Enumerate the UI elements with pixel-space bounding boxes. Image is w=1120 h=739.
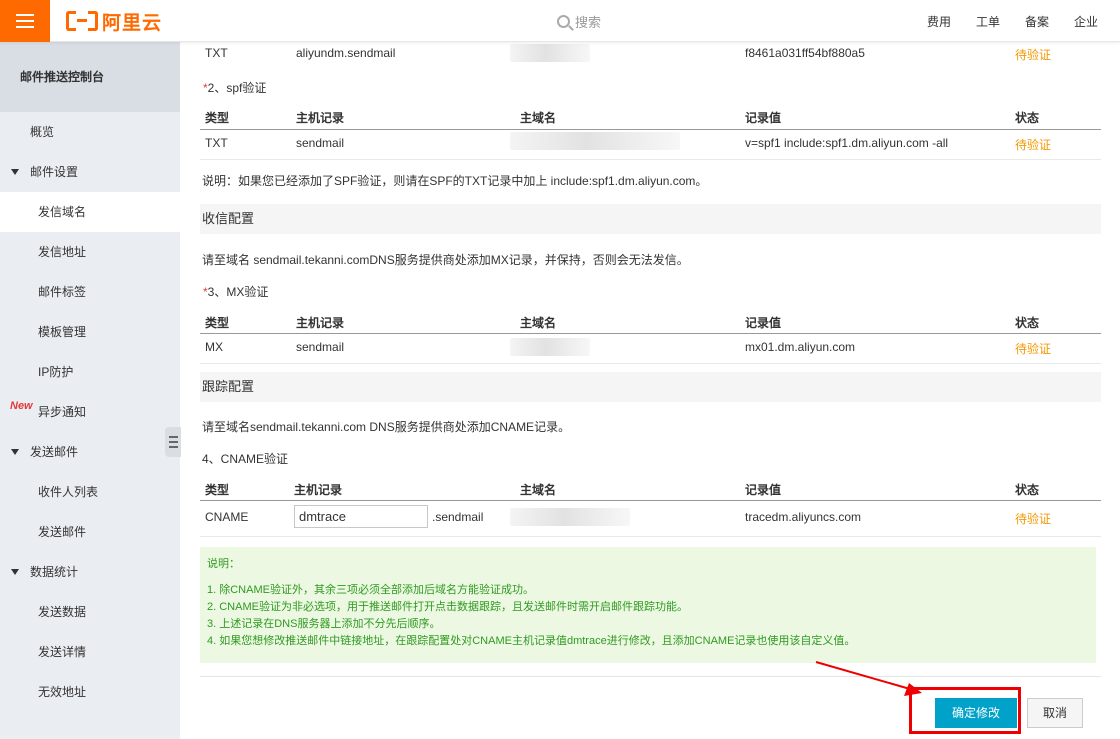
blurred-domain bbox=[510, 508, 630, 526]
cname-host-input[interactable] bbox=[294, 505, 428, 528]
search-placeholder: 搜索 bbox=[575, 14, 602, 30]
section-tracking: 跟踪配置 bbox=[200, 372, 1101, 402]
highlight-box bbox=[909, 687, 1021, 734]
aliyun-logo-icon bbox=[66, 11, 98, 31]
sidebar-group-send-mail[interactable]: 发送邮件 bbox=[0, 432, 180, 472]
sidebar-item-recipient-list[interactable]: 收件人列表 bbox=[0, 472, 180, 512]
table-row: TXT aliyundm.sendmail f8461a031ff54bf880… bbox=[205, 44, 1052, 62]
sidebar-item-send-details[interactable]: 发送详情 bbox=[0, 632, 180, 672]
sidebar-item-sender-domain[interactable]: 发信域名 bbox=[0, 192, 180, 232]
note-line: 2. CNAME验证为非必选项，用于推送邮件打开点击数据跟踪，且发送邮件时需开启… bbox=[207, 601, 688, 613]
table-row: TXT sendmail v=spf1 include:spf1.dm.aliy… bbox=[200, 132, 1101, 156]
top-nav: 费用 工单 备案 企业 bbox=[902, 0, 1098, 42]
search-icon[interactable] bbox=[557, 14, 570, 28]
sidebar-title: 邮件推送控制台 bbox=[0, 42, 180, 112]
table-row: CNAME .sendmail tracedm.aliyuncs.com 待验证 bbox=[200, 505, 1101, 533]
brand-name: 阿里云 bbox=[102, 11, 163, 34]
blurred-domain bbox=[510, 132, 680, 150]
divider bbox=[200, 129, 1101, 130]
top-nav-enterprise[interactable]: 企业 bbox=[1074, 13, 1098, 30]
caret-down-icon bbox=[11, 449, 19, 455]
notes-box: 说明： 1. 除CNAME验证外，其余三项必须全部添加后域名方能验证成功。 2.… bbox=[200, 547, 1096, 663]
aliyun-logo[interactable]: 阿里云 bbox=[66, 7, 162, 35]
top-nav-tickets[interactable]: 工单 bbox=[976, 13, 1000, 30]
sidebar-group-statistics[interactable]: 数据统计 bbox=[0, 552, 180, 592]
new-badge: New bbox=[10, 400, 33, 412]
notes-title: 说明： bbox=[207, 558, 240, 570]
sidebar-item-templates[interactable]: 模板管理 bbox=[0, 312, 180, 352]
divider bbox=[200, 333, 1101, 334]
note-line: 1. 除CNAME验证外，其余三项必须全部添加后域名方能验证成功。 bbox=[207, 584, 534, 596]
divider bbox=[200, 676, 1101, 677]
cancel-button[interactable]: 取消 bbox=[1027, 698, 1083, 728]
main-content: TXT aliyundm.sendmail f8461a031ff54bf880… bbox=[200, 42, 1101, 739]
menu-icon[interactable] bbox=[0, 0, 50, 42]
blurred-domain bbox=[510, 338, 590, 356]
sidebar-item-mail-tags[interactable]: 邮件标签 bbox=[0, 272, 180, 312]
top-nav-fees[interactable]: 费用 bbox=[927, 13, 951, 30]
status-pending: 待验证 bbox=[1015, 138, 1052, 152]
table-header: 类型 主机记录 主域名 记录值 状态 bbox=[205, 316, 1040, 330]
divider bbox=[200, 363, 1101, 364]
table-header: 类型 主机记录 主域名 记录值 状态 bbox=[205, 111, 1040, 125]
table-header: 类型 主机记录 主域名 记录值 状态 bbox=[205, 483, 1040, 497]
search-box[interactable]: 搜索 bbox=[557, 11, 601, 31]
sidebar-item-send-data[interactable]: 发送数据 bbox=[0, 592, 180, 632]
top-bar: 阿里云 搜索 费用 工单 备案 企业 bbox=[0, 0, 1120, 42]
divider bbox=[200, 536, 1101, 537]
caret-down-icon bbox=[11, 569, 19, 575]
sidebar-item-sender-address[interactable]: 发信地址 bbox=[0, 232, 180, 272]
sidebar-item-async-notify[interactable]: New 异步通知 bbox=[0, 392, 180, 432]
status-pending: 待验证 bbox=[1015, 48, 1052, 62]
divider bbox=[200, 159, 1101, 160]
sidebar-item-send-mail[interactable]: 发送邮件 bbox=[0, 512, 180, 552]
status-pending: 待验证 bbox=[1015, 342, 1052, 356]
blurred-domain bbox=[510, 44, 590, 62]
divider bbox=[200, 500, 1101, 501]
table-row: MX sendmail mx01.dm.aliyun.com 待验证 bbox=[205, 338, 1052, 356]
collapse-sidebar-icon[interactable] bbox=[165, 427, 181, 457]
caret-down-icon bbox=[11, 169, 19, 175]
sidebar: 邮件推送控制台 概览 邮件设置 发信域名 发信地址 邮件标签 模板管理 IP防护… bbox=[0, 42, 181, 739]
sidebar-group-mail-settings[interactable]: 邮件设置 bbox=[0, 152, 180, 192]
top-nav-icp[interactable]: 备案 bbox=[1025, 13, 1049, 30]
sidebar-item-overview[interactable]: 概览 bbox=[0, 112, 180, 152]
sidebar-item-invalid-address[interactable]: 无效地址 bbox=[0, 672, 180, 712]
note-line: 4. 如果您想修改推送邮件中链接地址，在跟踪配置处对CNAME主机记录值dmtr… bbox=[207, 635, 856, 647]
section-receive: 收信配置 bbox=[200, 204, 1101, 234]
status-pending: 待验证 bbox=[1015, 512, 1052, 526]
note-line: 3. 上述记录在DNS服务器上添加不分先后顺序。 bbox=[207, 618, 441, 630]
